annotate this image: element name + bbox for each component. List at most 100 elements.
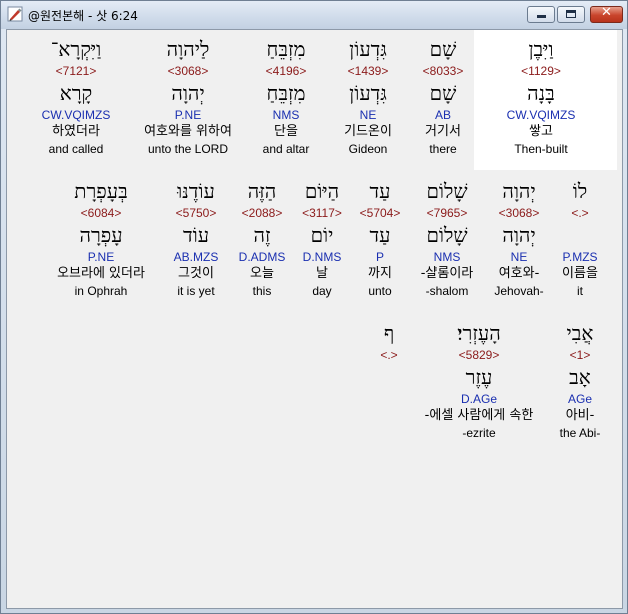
hebrew-word: עַד (369, 179, 391, 203)
parsing-code: P.MZS (562, 250, 598, 264)
word-cell[interactable]: אֲבִי <1> אָב AGe 아비- the Abi- (553, 319, 607, 441)
minimize-icon (537, 15, 546, 18)
word-cell[interactable]: שָׁם <8033> שָׁם AB 거기서 there (411, 35, 475, 157)
hebrew-word: מִזְבֵּחַ (266, 37, 306, 61)
strong-number: <5750> (175, 206, 217, 220)
pen-icon (7, 6, 23, 22)
parsing-code: CW.VQIMZS (506, 108, 576, 122)
close-button[interactable]: ✕ (590, 5, 623, 23)
hebrew-word: הַיּוֹם (304, 179, 340, 203)
word-cell-selected[interactable]: וַיִּבֶן <1129> בָּנָה CW.VQIMZS 쌓고 Then… (485, 35, 597, 157)
hebrew-lemma: שָׁלוֹם (426, 223, 468, 247)
maximize-button[interactable] (557, 6, 585, 23)
hebrew-lemma: קָרָא (59, 81, 93, 105)
hebrew-lemma: זֶה (253, 223, 271, 247)
parsing-code: D.ADMS (238, 250, 286, 264)
parsing-code: AB (434, 108, 451, 122)
english-gloss: it is yet (177, 284, 215, 298)
strong-number: <1439> (347, 64, 389, 78)
hebrew-word: יְהוָה (502, 179, 536, 203)
hebrew-lemma: בָּנָה (527, 81, 555, 105)
word-cell[interactable]: לַיהוָה <3068> יְהוָה P.NE 여호와를 위하여 unto… (130, 35, 246, 157)
english-gloss: the Abi- (559, 426, 601, 440)
strong-number: <8033> (422, 64, 464, 78)
word-cell[interactable]: הָעֶזְרִי׃ <5829> עֶזֶר D.AGe -에셀 사람에게 속… (409, 319, 549, 441)
strong-number: <7121> (55, 64, 97, 78)
word-cell[interactable]: הַזֶּה <2088> זֶה D.ADMS 오늘 this (232, 177, 292, 299)
korean-gloss: 아비- (565, 408, 595, 423)
korean-gloss: 거기서 (425, 124, 461, 139)
strong-number: <3068> (498, 206, 540, 220)
english-gloss (369, 425, 409, 441)
english-gloss: Then-built (514, 142, 568, 156)
parsing-code: P.NE (174, 108, 202, 122)
english-gloss: day (312, 284, 332, 298)
hebrew-lemma: שָׁם (429, 81, 457, 105)
hebrew-lemma: עוֹד (182, 223, 210, 247)
english-gloss: and altar (262, 142, 310, 156)
hebrew-lemma: גִּדְעוֹן (349, 81, 387, 105)
korean-gloss: 까지 (368, 266, 392, 281)
hebrew-word: וַיִּקְרָא־ (50, 37, 102, 61)
hebrew-lemma: עֶזֶר (465, 365, 493, 389)
english-gloss: unto the LORD (147, 142, 229, 156)
parsing-code: P.NE (87, 250, 115, 264)
strong-number: <1129> (521, 64, 561, 78)
hebrew-word: גִּדְעוֹן (349, 37, 387, 61)
title-bar[interactable]: @원전본해 - 삿 6:24 ✕ (1, 1, 627, 29)
english-gloss: Gideon (348, 142, 388, 156)
english-gloss: and called (48, 142, 104, 156)
hebrew-lemma (369, 363, 409, 391)
hebrew-word: הַזֶּה (247, 179, 277, 203)
word-cell[interactable]: הַיּוֹם <3117> יוֹם D.NMS 날 day (295, 177, 349, 299)
parsing-code: CW.VQIMZS (41, 108, 111, 122)
interlinear-view[interactable]: וַיִּקְרָא־ <7121> קָרָא CW.VQIMZS 하였더라 … (6, 29, 623, 609)
hebrew-word: לוֹ (572, 179, 588, 203)
word-cell[interactable]: גִּדְעוֹן <1439> גִּדְעוֹן NE 기드온이 Gideo… (328, 35, 408, 157)
korean-gloss (369, 407, 409, 425)
hebrew-word: שָׁם (429, 37, 457, 61)
hebrew-word: בְּעָפְרָת (74, 179, 128, 203)
parsing-code: P (375, 250, 384, 264)
korean-gloss: 오늘 (250, 266, 274, 281)
hebrew-lemma: יְהוָה (502, 223, 536, 247)
hebrew-word: עוֹדֶנּוּ (177, 179, 215, 203)
word-cell[interactable]: וַיִּקְרָא־ <7121> קָרָא CW.VQIMZS 하였더라 … (30, 35, 122, 157)
close-icon: ✕ (601, 5, 612, 20)
word-cell[interactable]: בְּעָפְרָת <6084> עָפְרָה P.NE 오브라에 있더라 … (41, 177, 161, 299)
parsing-code: AGe (567, 392, 592, 406)
word-cell[interactable]: עוֹדֶנּוּ <5750> עוֹד AB.MZS 그것이 it is y… (163, 177, 229, 299)
hebrew-lemma: יוֹם (310, 223, 334, 247)
maximize-icon (566, 10, 576, 18)
hebrew-word: לַיהוָה (166, 37, 210, 61)
word-cell[interactable]: יְהוָה <3068> יְהוָה NE 여호와- Jehovah- (487, 177, 551, 299)
korean-gloss: 그것이 (178, 266, 214, 281)
korean-gloss: 이름을 (562, 266, 598, 281)
parsing-code: NMS (272, 108, 300, 122)
strong-number: <3068> (167, 64, 209, 78)
strong-number: <4196> (265, 64, 307, 78)
hebrew-word: שָׁלוֹם (426, 179, 468, 203)
parsing-code: D.AGe (460, 392, 497, 406)
korean-gloss: 쌓고 (529, 124, 553, 139)
hebrew-word: ף (383, 321, 395, 345)
strong-number: <6084> (80, 206, 122, 220)
korean-gloss: -에셀 사람에게 속한 (424, 408, 534, 423)
hebrew-word: אֲבִי (566, 321, 594, 345)
word-cell[interactable]: שָׁלוֹם <7965> שָׁלוֹם NMS -샬롬이라 -shalom (411, 177, 483, 299)
word-cell[interactable]: עַד <5704> עַד P 까지 unto (355, 177, 405, 299)
english-gloss: Jehovah- (494, 284, 544, 298)
hebrew-lemma: מִזְבֵּחַ (266, 81, 306, 105)
word-cell[interactable]: מִזְבֵּחַ <4196> מִזְבֵּחַ NMS 단을 and al… (251, 35, 321, 157)
parsing-code: NMS (433, 250, 461, 264)
hebrew-lemma: אָב (569, 365, 591, 389)
word-cell[interactable]: לוֹ <.> P.MZS 이름을 it (553, 177, 607, 299)
minimize-button[interactable] (527, 6, 555, 23)
strong-number: <3117> (302, 206, 342, 220)
parsing-code: AB.MZS (173, 250, 219, 264)
word-cell[interactable]: ף <.> (369, 319, 409, 441)
strong-number: <5704> (359, 206, 401, 220)
english-gloss: there (429, 142, 457, 156)
english-gloss: this (252, 284, 272, 298)
korean-gloss: 기드온이 (344, 124, 392, 139)
